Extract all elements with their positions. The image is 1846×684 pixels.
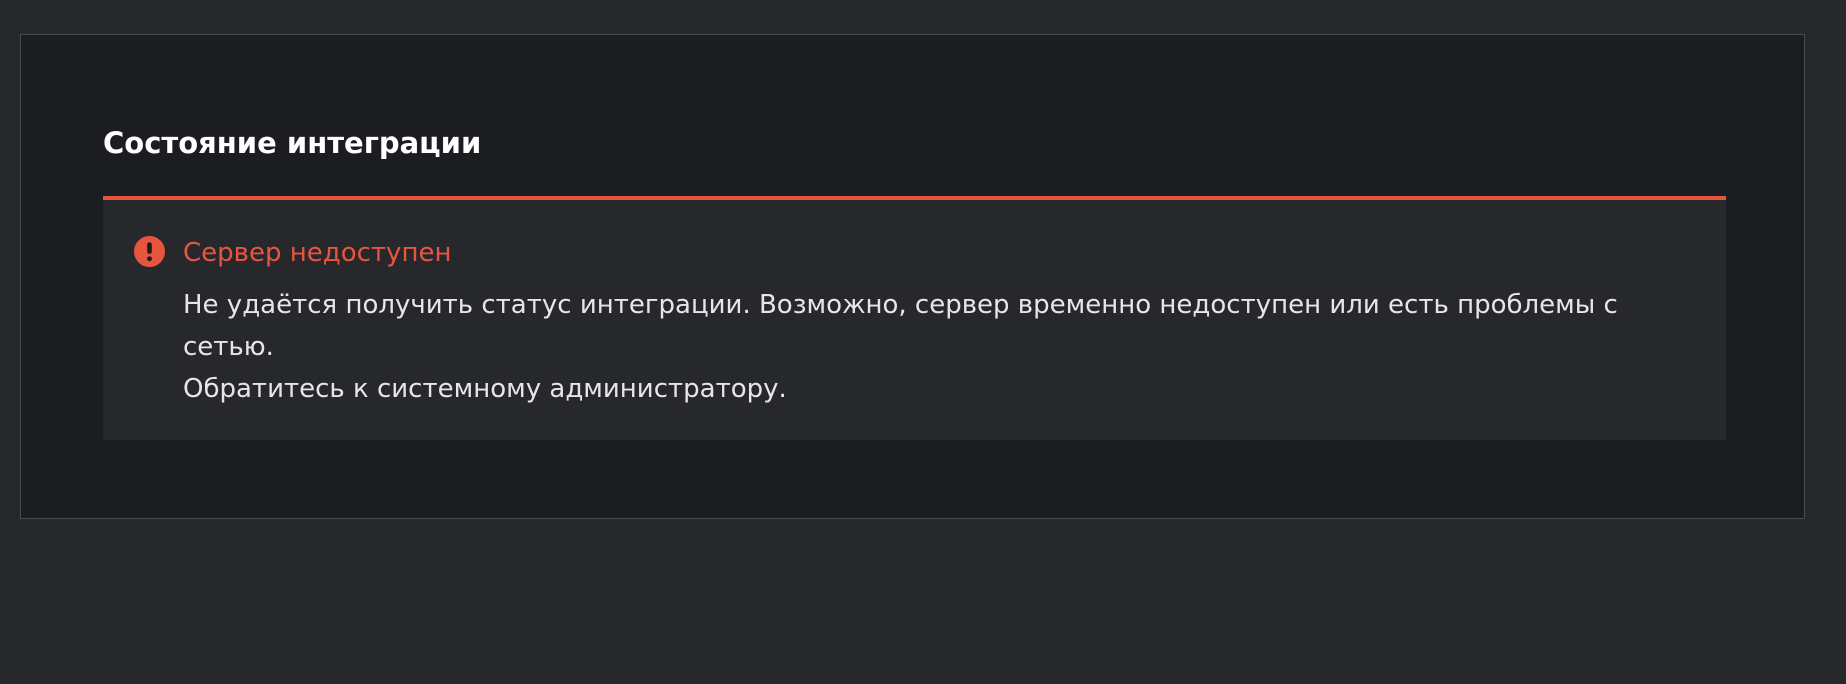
integration-status-panel: Состояние интеграции Сервер недоступен Н… <box>20 34 1805 519</box>
alert-message: Не удаётся получить статус интеграции. В… <box>183 284 1683 410</box>
error-alert: Сервер недоступен Не удаётся получить ст… <box>103 196 1726 440</box>
exclamation-circle-icon <box>134 236 165 267</box>
panel-title: Состояние интеграции <box>103 126 482 160</box>
alert-message-line: Обратитесь к системному администратору. <box>183 374 787 404</box>
alert-title: Сервер недоступен <box>183 238 452 268</box>
alert-message-line: Не удаётся получить статус интеграции. В… <box>183 290 1618 320</box>
alert-message-line: сетью. <box>183 332 274 362</box>
